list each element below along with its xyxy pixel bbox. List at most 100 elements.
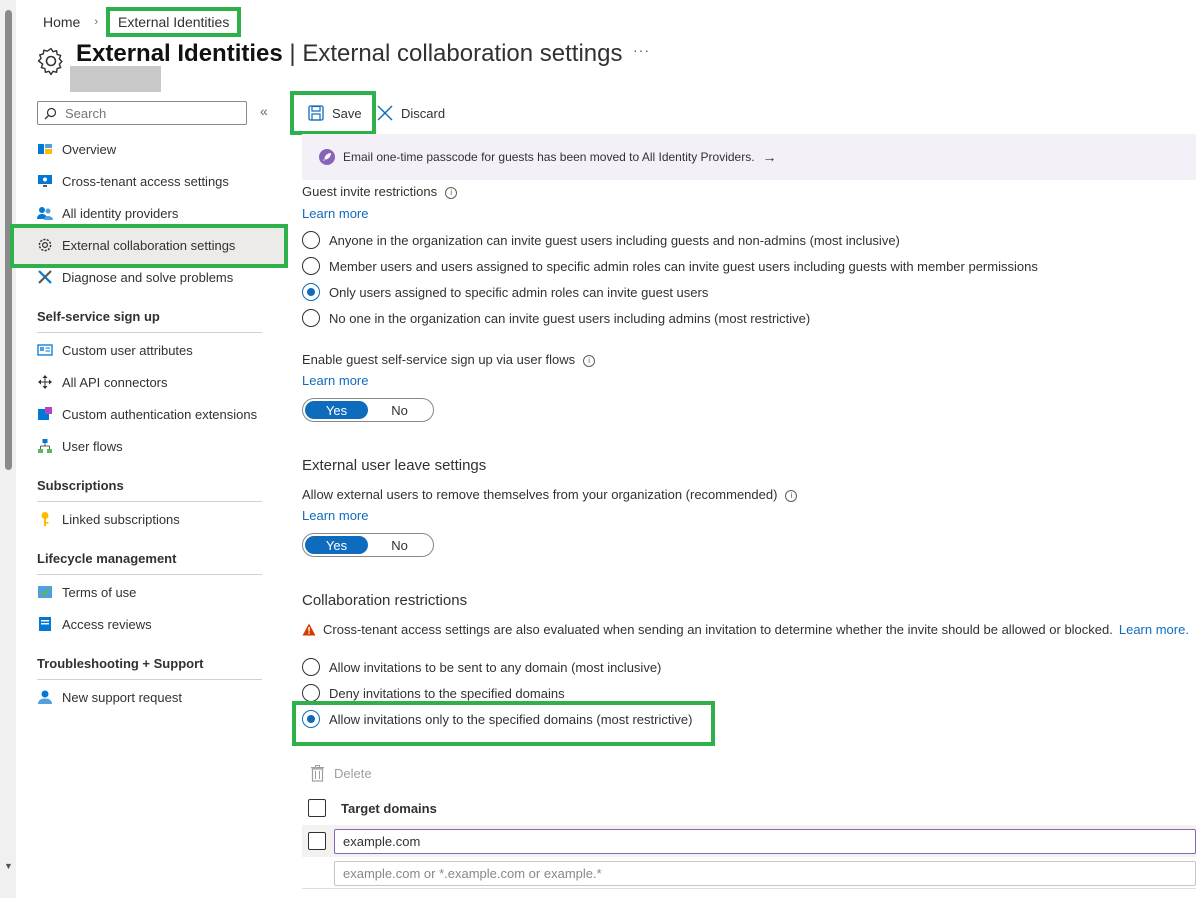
wrench-icon [38, 270, 52, 284]
sidebar-search-input[interactable] [63, 104, 233, 122]
learn-more-link[interactable]: Learn more. [1119, 622, 1189, 637]
sidebar-item-diagnose[interactable]: Diagnose and solve problems [37, 264, 233, 290]
scrollbar-thumb[interactable] [5, 10, 12, 470]
self-service-label-text: Enable guest self-service sign up via us… [302, 352, 576, 367]
breadcrumb-current[interactable]: External Identities [106, 7, 242, 37]
radio-label: Anyone in the organization can invite gu… [329, 232, 900, 248]
warning-icon [302, 623, 316, 636]
select-all-checkbox[interactable] [308, 799, 326, 817]
breadcrumb-home[interactable]: Home [43, 14, 80, 30]
divider [37, 501, 262, 502]
collab-option[interactable]: Allow invitations to be sent to any doma… [302, 657, 661, 677]
toggle-yes[interactable]: Yes [305, 401, 368, 419]
collapse-sidebar-button[interactable]: « [260, 103, 268, 119]
page-title: External Identities | External collabora… [76, 40, 623, 68]
self-service-label: Enable guest self-service sign up via us… [302, 352, 596, 367]
sidebar-item-access-reviews[interactable]: Access reviews [37, 611, 152, 637]
discard-button[interactable]: Discard [377, 103, 445, 123]
arrow-right-icon[interactable]: → [763, 149, 777, 165]
leave-label-text: Allow external users to remove themselve… [302, 487, 778, 502]
sidebar-item-auth-extensions[interactable]: Custom authentication extensions [37, 401, 257, 427]
warning-message: Cross-tenant access settings are also ev… [302, 622, 1189, 637]
sidebar-item-overview[interactable]: Overview [37, 136, 116, 162]
sidebar-item-cross-tenant[interactable]: Cross-tenant access settings [37, 168, 229, 194]
guest-invite-option[interactable]: Anyone in the organization can invite gu… [302, 230, 900, 250]
sidebar-item-label: Terms of use [62, 584, 137, 600]
scroll-down-icon[interactable]: ▼ [4, 861, 13, 871]
trash-icon [311, 764, 324, 782]
sidebar-item-label: Diagnose and solve problems [62, 269, 234, 285]
radio-button[interactable] [302, 231, 320, 249]
save-label: Save [332, 105, 362, 121]
sidebar-item-terms-of-use[interactable]: Terms of use [37, 579, 136, 605]
sidebar-item-custom-attributes[interactable]: Custom user attributes [37, 337, 193, 363]
page-title-sub: External collaboration settings [302, 40, 623, 67]
delete-label: Delete [334, 765, 372, 781]
sidebar-item-api-connectors[interactable]: All API connectors [37, 369, 168, 395]
leave-toggle[interactable]: Yes No [302, 533, 434, 557]
collab-option[interactable]: Allow invitations only to the specified … [302, 709, 692, 729]
nav-section-self-service: Self-service sign up [37, 309, 160, 324]
table-header-row: Target domains [302, 796, 1196, 820]
rocket-icon [319, 149, 335, 165]
save-icon [308, 105, 324, 121]
sidebar-item-new-support-request[interactable]: New support request [37, 684, 182, 710]
toggle-no[interactable]: No [368, 536, 431, 554]
learn-more-link[interactable]: Learn more [302, 373, 368, 388]
page-scrollbar[interactable]: ▼ [0, 0, 16, 898]
guest-invite-label-text: Guest invite restrictions [302, 184, 438, 199]
radio-label: Allow invitations only to the specified … [329, 711, 693, 727]
domain-input[interactable] [334, 829, 1196, 854]
sidebar-item-label: User flows [62, 438, 123, 454]
info-icon[interactable]: i [583, 355, 596, 367]
radio-button-selected[interactable] [302, 283, 320, 301]
sidebar-item-identity-providers[interactable]: All identity providers [37, 200, 178, 226]
radio-button[interactable] [302, 658, 320, 676]
sidebar-item-linked-subscriptions[interactable]: Linked subscriptions [37, 506, 180, 532]
info-icon[interactable]: i [785, 490, 798, 502]
extension-icon [38, 407, 52, 420]
sidebar-item-user-flows[interactable]: User flows [37, 433, 123, 459]
leave-settings-heading: External user leave settings [302, 457, 487, 474]
radio-button[interactable] [302, 257, 320, 275]
guest-invite-option[interactable]: Member users and users assigned to speci… [302, 256, 1038, 276]
gear-icon [38, 238, 52, 252]
nav-section-subscriptions: Subscriptions [37, 478, 124, 493]
leave-label: Allow external users to remove themselve… [302, 487, 798, 502]
info-icon[interactable]: i [445, 187, 458, 199]
sidebar-item-label: External collaboration settings [62, 237, 236, 253]
guest-invite-label: Guest invite restrictions i [302, 184, 458, 199]
learn-more-link[interactable]: Learn more [302, 206, 368, 221]
collab-option[interactable]: Deny invitations to the specified domain… [302, 683, 565, 703]
sidebar-item-label: Linked subscriptions [62, 511, 180, 527]
review-icon [39, 617, 51, 631]
collaboration-heading: Collaboration restrictions [302, 592, 468, 609]
info-banner[interactable]: Email one-time passcode for guests has b… [302, 134, 1196, 180]
sidebar-item-label: All API connectors [62, 374, 168, 390]
divider [37, 574, 262, 575]
column-header-target-domains: Target domains [341, 800, 437, 816]
new-domain-input[interactable] [334, 861, 1196, 886]
guest-invite-option[interactable]: No one in the organization can invite gu… [302, 308, 810, 328]
chevron-right-icon: › [94, 16, 99, 28]
more-options-button[interactable]: ··· [633, 42, 650, 58]
divider [37, 679, 262, 680]
radio-button[interactable] [302, 684, 320, 702]
row-checkbox[interactable] [308, 832, 326, 850]
toggle-yes[interactable]: Yes [305, 536, 368, 554]
radio-button-selected[interactable] [302, 710, 320, 728]
guest-invite-option[interactable]: Only users assigned to specific admin ro… [302, 282, 708, 302]
nav-section-troubleshooting: Troubleshooting + Support [37, 656, 204, 671]
self-service-toggle[interactable]: Yes No [302, 398, 434, 422]
radio-button[interactable] [302, 309, 320, 327]
delete-button[interactable]: Delete [310, 763, 372, 783]
save-button[interactable]: Save [290, 91, 376, 135]
sidebar-search[interactable] [37, 101, 247, 125]
key-icon [41, 512, 49, 526]
checklist-icon [38, 586, 52, 598]
search-icon [44, 107, 57, 119]
learn-more-link[interactable]: Learn more [302, 508, 368, 523]
toggle-no[interactable]: No [368, 401, 431, 419]
sidebar-item-external-collaboration[interactable]: External collaboration settings [37, 232, 235, 258]
banner-text: Email one-time passcode for guests has b… [343, 150, 755, 164]
